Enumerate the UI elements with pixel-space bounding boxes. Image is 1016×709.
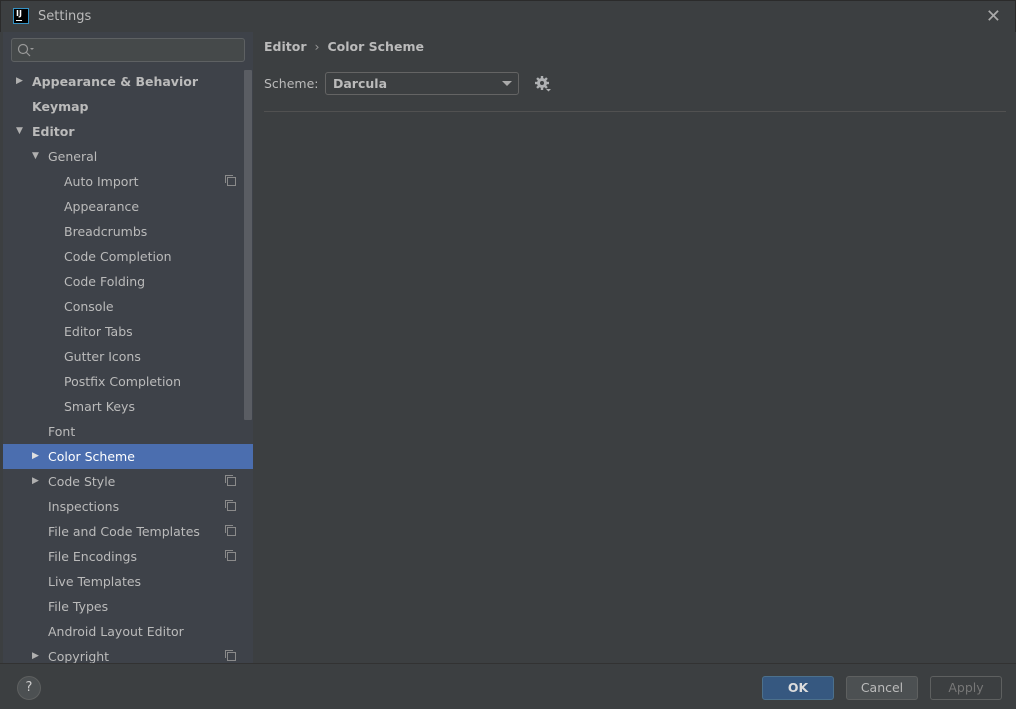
tree-item[interactable]: ▶ Copyright bbox=[3, 644, 253, 663]
sidebar-scrollbar[interactable] bbox=[244, 70, 252, 420]
tree-item[interactable]: Keymap bbox=[3, 94, 253, 119]
scheme-value: Darcula bbox=[333, 76, 388, 91]
tree-item-label: Code Style bbox=[48, 474, 116, 489]
tree-item-label: Android Layout Editor bbox=[48, 624, 184, 639]
tree-item-label: Smart Keys bbox=[64, 399, 135, 414]
project-scope-icon bbox=[225, 525, 236, 536]
collapsed-arrow-icon[interactable]: ▶ bbox=[32, 644, 39, 663]
tree-item[interactable]: Android Layout Editor bbox=[3, 619, 253, 644]
title-bar: IJ Settings ✕ bbox=[0, 0, 1016, 32]
scheme-dropdown[interactable]: Darcula bbox=[325, 72, 519, 95]
tree-item[interactable]: Code Completion bbox=[3, 244, 253, 269]
tree-item-label: Auto Import bbox=[64, 174, 139, 189]
expanded-arrow-icon[interactable]: ▼ bbox=[16, 119, 23, 144]
tree-item[interactable]: File Types bbox=[3, 594, 253, 619]
collapsed-arrow-icon[interactable]: ▶ bbox=[16, 69, 23, 94]
tree-item[interactable]: Console bbox=[3, 294, 253, 319]
project-scope-icon bbox=[225, 500, 236, 511]
tree-item[interactable]: Inspections bbox=[3, 494, 253, 519]
tree-item-label: Inspections bbox=[48, 499, 120, 514]
tree-item-label: Code Folding bbox=[64, 274, 146, 289]
settings-sidebar: ▶ Appearance & Behavior Keymap ▼ Editor ▼ Gene… bbox=[3, 32, 253, 663]
window-title: Settings bbox=[38, 9, 92, 24]
tree-item-label: Keymap bbox=[32, 99, 89, 114]
project-scope-icon bbox=[225, 475, 236, 486]
tree-item[interactable]: ▶ Color Scheme bbox=[3, 444, 253, 469]
tree-item[interactable]: Font bbox=[3, 419, 253, 444]
project-scope-icon bbox=[225, 175, 236, 186]
breadcrumb: Editor › Color Scheme bbox=[264, 39, 424, 54]
tree-item[interactable]: Auto Import bbox=[3, 169, 253, 194]
tree-item[interactable]: ▼ Editor bbox=[3, 119, 253, 144]
tree-item-label: Gutter Icons bbox=[64, 349, 141, 364]
tree-item[interactable]: ▼ General bbox=[3, 144, 253, 169]
tree-item[interactable]: Breadcrumbs bbox=[3, 219, 253, 244]
breadcrumb-parent[interactable]: Editor bbox=[264, 39, 307, 54]
search-icon bbox=[17, 43, 34, 57]
tree-item[interactable]: Editor Tabs bbox=[3, 319, 253, 344]
tree-item[interactable]: ▶ Appearance & Behavior bbox=[3, 69, 253, 94]
project-scope-icon bbox=[225, 550, 236, 561]
tree-item-label: File Types bbox=[48, 599, 109, 614]
collapsed-arrow-icon[interactable]: ▶ bbox=[32, 469, 39, 494]
tree-item-label: Postfix Completion bbox=[64, 374, 181, 389]
help-button[interactable]: ? bbox=[17, 676, 41, 700]
tree-item[interactable]: Appearance bbox=[3, 194, 253, 219]
tree-item-label: Appearance & Behavior bbox=[32, 74, 198, 89]
scheme-label: Scheme: bbox=[264, 76, 319, 91]
breadcrumb-current: Color Scheme bbox=[327, 39, 424, 54]
divider bbox=[264, 111, 1006, 112]
expanded-arrow-icon[interactable]: ▼ bbox=[32, 144, 39, 169]
tree-item[interactable]: Gutter Icons bbox=[3, 344, 253, 369]
tree-item-label: File and Code Templates bbox=[48, 524, 200, 539]
tree-item-label: Code Completion bbox=[64, 249, 172, 264]
tree-item-label: General bbox=[48, 149, 98, 164]
intellij-logo-icon: IJ bbox=[13, 8, 29, 24]
tree-item-label: File Encodings bbox=[48, 549, 138, 564]
apply-button[interactable]: Apply bbox=[930, 676, 1002, 700]
project-scope-icon bbox=[225, 650, 236, 661]
chevron-down-icon bbox=[502, 81, 512, 86]
dialog-footer: ? OK Cancel Apply bbox=[0, 663, 1016, 709]
tree-item-label: Editor bbox=[32, 124, 75, 139]
tree-item-label: Font bbox=[48, 424, 76, 439]
tree-item[interactable]: File and Code Templates bbox=[3, 519, 253, 544]
tree-item[interactable]: Code Folding bbox=[3, 269, 253, 294]
tree-item-label: Copyright bbox=[48, 649, 110, 663]
tree-item[interactable]: Smart Keys bbox=[3, 394, 253, 419]
breadcrumb-separator: › bbox=[314, 39, 320, 54]
tree-item[interactable]: Live Templates bbox=[3, 569, 253, 594]
tree-item-label: Appearance bbox=[64, 199, 140, 214]
tree-item-label: Editor Tabs bbox=[64, 324, 133, 339]
close-icon[interactable]: ✕ bbox=[986, 6, 1001, 27]
tree-item-label: Live Templates bbox=[48, 574, 142, 589]
tree-item[interactable]: File Encodings bbox=[3, 544, 253, 569]
search-input[interactable] bbox=[11, 38, 245, 62]
tree-item-label: Breadcrumbs bbox=[64, 224, 148, 239]
tree-item[interactable]: Postfix Completion bbox=[3, 369, 253, 394]
cancel-button[interactable]: Cancel bbox=[846, 676, 918, 700]
tree-item-label: Color Scheme bbox=[48, 449, 135, 464]
ok-button[interactable]: OK bbox=[762, 676, 834, 700]
collapsed-arrow-icon[interactable]: ▶ bbox=[32, 444, 39, 469]
gear-icon[interactable] bbox=[534, 75, 552, 93]
tree-item[interactable]: ▶ Code Style bbox=[3, 469, 253, 494]
tree-item-label: Console bbox=[64, 299, 114, 314]
